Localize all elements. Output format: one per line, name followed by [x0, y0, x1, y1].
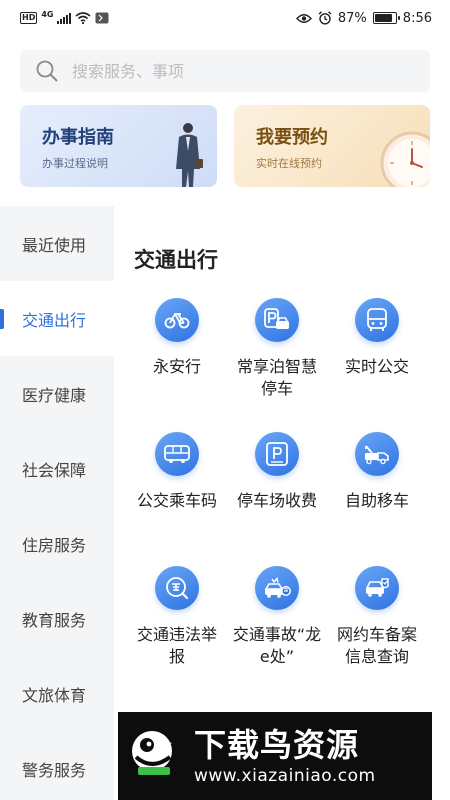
wifi-icon	[75, 12, 92, 24]
status-left: HD 4G	[20, 9, 109, 24]
service-grid: 永安行 常享泊智慧停车 实时公交 公交乘车码 停车场收费 自助移车 交通违法举报…	[128, 298, 433, 700]
sidebar-item-police[interactable]: 警务服务	[0, 731, 114, 800]
bus-icon	[355, 298, 399, 342]
nfc-icon	[95, 12, 109, 24]
search-bar[interactable]	[20, 50, 430, 92]
service-label: 交通违法举报	[136, 625, 217, 666]
battery-fill	[374, 14, 393, 22]
sidebar-item-housing[interactable]: 住房服务	[0, 506, 114, 581]
eye-icon	[295, 13, 312, 23]
clock: 8:56	[402, 10, 432, 26]
guide-banner[interactable]: 办事指南 办事过程说明	[20, 105, 217, 187]
battery-percent: 87%	[337, 10, 367, 26]
service-parking-fee[interactable]: 停车场收费	[228, 432, 326, 566]
tow-truck-icon	[355, 432, 399, 476]
bicycle-icon	[155, 298, 199, 342]
service-label: 公交乘车码	[136, 491, 217, 510]
service-smart-parking[interactable]: 常享泊智慧停车	[228, 298, 326, 432]
status-bar: HD 4G 87% 8:56	[0, 0, 450, 36]
sidebar-item-social-security[interactable]: 社会保障	[0, 431, 114, 506]
violation-report-icon	[155, 566, 199, 610]
service-label: 网约车备案信息查询	[336, 625, 417, 666]
service-self-move-car[interactable]: 自助移车	[328, 432, 426, 566]
search-icon	[36, 60, 58, 82]
service-label: 常享泊智慧停车	[236, 357, 317, 398]
parking-car-icon	[255, 298, 299, 342]
ride-hailing-query-icon	[355, 566, 399, 610]
sidebar-item-culture-sports[interactable]: 文旅体育	[0, 656, 114, 731]
service-yonganxing[interactable]: 永安行	[128, 298, 226, 432]
service-label: 停车场收费	[236, 491, 317, 510]
accident-car-icon	[255, 566, 299, 610]
watermark-title: 下载鸟资源	[194, 726, 360, 764]
watermark-text: 下载鸟资源 www.xiazainiao.com	[194, 726, 376, 786]
watermark-banner: 下载鸟资源 www.xiazainiao.com	[118, 712, 432, 800]
category-sidebar: 最近使用 交通出行 医疗健康 社会保障 住房服务 教育服务 文旅体育 警务服务	[0, 206, 114, 800]
sidebar-item-health[interactable]: 医疗健康	[0, 356, 114, 431]
bird-logo-icon	[132, 731, 172, 775]
service-label: 永安行	[152, 357, 201, 376]
businessman-illustration	[176, 123, 203, 187]
signal-icon	[57, 12, 72, 24]
bus-code-icon	[155, 432, 199, 476]
sidebar-item-recent[interactable]: 最近使用	[0, 206, 114, 281]
booking-banner[interactable]: 我要预约 实时在线预约	[234, 105, 430, 187]
parking-fee-icon	[255, 432, 299, 476]
sidebar-item-transport[interactable]: 交通出行	[0, 281, 114, 356]
service-bus-code[interactable]: 公交乘车码	[128, 432, 226, 566]
service-label: 交通事故“龙e处”	[232, 625, 322, 666]
section-title: 交通出行	[134, 248, 218, 272]
service-label: 实时公交	[344, 357, 409, 376]
service-violation-report[interactable]: 交通违法举报	[128, 566, 226, 700]
service-realtime-bus[interactable]: 实时公交	[328, 298, 426, 432]
hd-badge: HD	[20, 12, 38, 24]
service-label: 自助移车	[344, 491, 409, 510]
clock-illustration	[380, 131, 430, 187]
service-accident-handling[interactable]: 交通事故“龙e处”	[228, 566, 326, 700]
sidebar-item-education[interactable]: 教育服务	[0, 581, 114, 656]
alarm-icon	[318, 11, 332, 25]
battery-icon	[372, 12, 400, 24]
status-right: 87% 8:56	[295, 10, 432, 26]
service-ride-hailing-query[interactable]: 网约车备案信息查询	[328, 566, 426, 700]
watermark-url: www.xiazainiao.com	[194, 766, 376, 786]
search-input[interactable]	[72, 61, 392, 81]
services-panel: 交通出行 永安行 常享泊智慧停车 实时公交 公交乘车码 停车场收费 自助移车 交…	[114, 206, 450, 800]
network-type: 4G	[41, 9, 54, 19]
